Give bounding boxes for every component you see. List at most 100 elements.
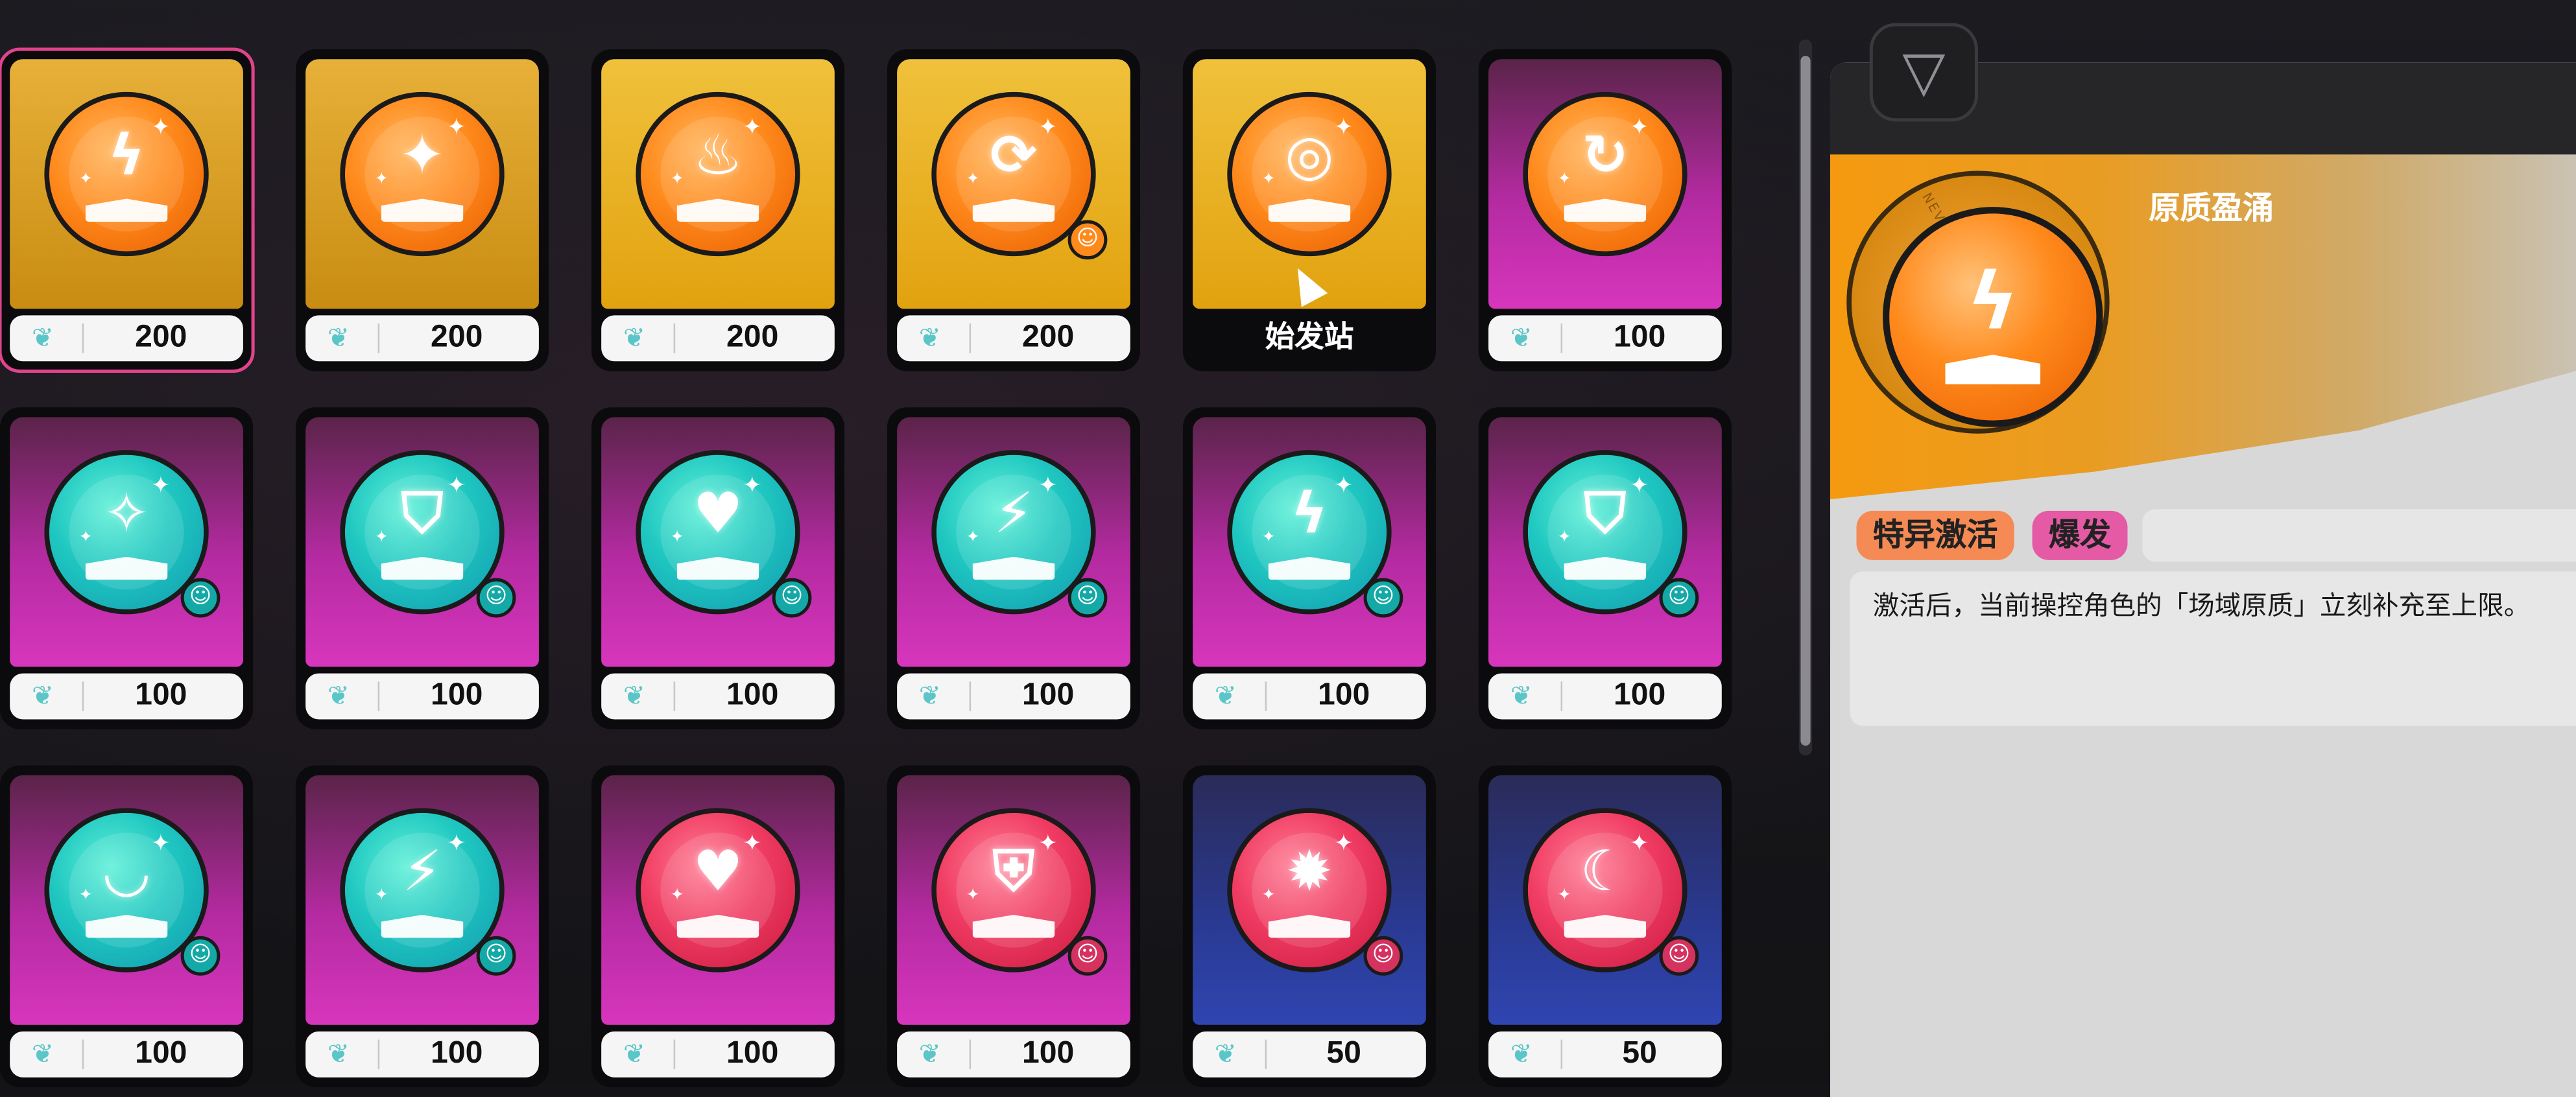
- item-description: 激活后，当前操控角色的「场域原质」立刻补充至上限。: [1872, 589, 2531, 621]
- feather-currency-icon: ❦: [1510, 679, 1532, 711]
- character-badge-icon: ☺: [1067, 578, 1108, 618]
- item-price: ❦ 200: [897, 315, 1130, 362]
- item-card[interactable]: ⟳ ✦ ✦ ☺ ❦ 200: [887, 49, 1141, 372]
- sparkle-icon: ✦: [1333, 831, 1354, 858]
- feather-currency-icon: ❦: [327, 1037, 350, 1070]
- lightning-icon: ϟ: [1966, 256, 2019, 349]
- item-icon: ✦ ✦ ✦: [340, 91, 505, 257]
- item-symbol-icon: ♥: [693, 481, 743, 547]
- item-card-art: ⛉ ✦ ✦ ☺: [305, 417, 539, 667]
- item-card-art: ✦ ✦ ✦: [305, 59, 539, 309]
- sparkle-icon: ✦: [1261, 886, 1276, 905]
- feather-currency-icon: ❦: [623, 679, 645, 711]
- item-price: ❦ 100: [1488, 673, 1722, 720]
- sparkle-icon: ✦: [151, 115, 171, 141]
- sparkle-icon: ✦: [1038, 473, 1058, 500]
- divider: [969, 1039, 972, 1070]
- item-card[interactable]: ⛨ ✦ ✦ ☺ ❦ 100: [887, 765, 1141, 1087]
- box-icon: [1945, 355, 2041, 384]
- item-card[interactable]: ◎ ✦ ✦ 始发站: [1182, 49, 1437, 372]
- feather-currency-icon: ❦: [918, 1037, 941, 1070]
- item-card[interactable]: ☾ ✦ ✦ ☺ ❦ 50: [1478, 765, 1732, 1087]
- item-symbol-icon: ◎: [1285, 123, 1334, 189]
- item-symbol-icon: ⟳: [990, 123, 1038, 189]
- price-value: 50: [1622, 1036, 1657, 1071]
- sparkle-icon: ✦: [1038, 115, 1058, 141]
- item-card[interactable]: ♥ ✦ ✦ ☺ ❦ 100: [591, 407, 845, 729]
- sparkle-icon: ✦: [966, 171, 980, 189]
- sparkle-icon: ✦: [447, 473, 466, 500]
- sparkle-icon: ✦: [1261, 528, 1276, 547]
- sparkle-icon: ✦: [1261, 171, 1276, 189]
- item-card-art: ♥ ✦ ✦ ☺: [601, 417, 835, 667]
- item-card[interactable]: ↻ ✦ ✦ ❦ 100: [1478, 49, 1732, 372]
- item-icon: ◎ ✦ ✦: [1227, 91, 1392, 257]
- sparkle-icon: ✦: [670, 528, 684, 547]
- character-badge-icon: ☺: [180, 578, 221, 618]
- item-card[interactable]: ϟ ✦ ✦ ❦ 200: [0, 47, 255, 373]
- divider: [673, 1039, 676, 1070]
- item-card[interactable]: ✦ ✦ ✦ ❦ 200: [295, 49, 549, 372]
- divider: [1265, 1039, 1267, 1070]
- tag-burst: 爆发: [2032, 510, 2128, 560]
- item-card[interactable]: ⛉ ✦ ✦ ☺ ❦ 100: [1478, 407, 1732, 729]
- character-badge-icon: ☺: [1659, 936, 1699, 976]
- price-value: 100: [431, 678, 483, 713]
- scrollbar-thumb[interactable]: [1800, 56, 1811, 746]
- scrollbar[interactable]: [1798, 39, 1813, 756]
- feather-currency-icon: ❦: [1214, 679, 1237, 711]
- price-value: 50: [1326, 1036, 1361, 1071]
- feather-currency-icon: ❦: [1510, 322, 1532, 353]
- item-card-art: ✹ ✦ ✦ ☺: [1193, 775, 1426, 1025]
- sparkle-icon: ✦: [447, 115, 466, 141]
- item-symbol-icon: ⛨: [992, 839, 1035, 905]
- item-card-art: ϟ ✦ ✦: [10, 59, 243, 309]
- sparkle-icon: ✦: [966, 886, 980, 905]
- sparkle-icon: ✦: [1629, 831, 1649, 858]
- divider: [1265, 681, 1267, 711]
- item-card[interactable]: ◡ ✦ ✦ ☺ ❦ 100: [0, 765, 254, 1087]
- price-value: 100: [726, 678, 779, 713]
- item-symbol-icon: ⚡: [994, 481, 1034, 547]
- divider: [969, 681, 972, 711]
- item-price: ❦ 100: [601, 1031, 835, 1078]
- character-badge-icon: ☺: [1659, 578, 1699, 618]
- character-badge-icon: ☺: [772, 578, 812, 618]
- sparkle-icon: ✦: [1333, 473, 1354, 500]
- divider: [82, 324, 84, 353]
- price-value: 100: [1613, 320, 1666, 355]
- sparkle-icon: ✦: [743, 115, 762, 141]
- sparkle-icon: ✦: [78, 171, 93, 189]
- item-card-art: ϟ ✦ ✦ ☺: [1193, 417, 1426, 667]
- item-icon: ϟ ✦ ✦: [44, 91, 209, 257]
- item-card[interactable]: ⚡ ✦ ✦ ☺ ❦ 100: [887, 407, 1141, 729]
- sparkle-icon: ✦: [1629, 473, 1649, 500]
- item-card[interactable]: ♥ ✦ ✦ ❦ 100: [591, 765, 845, 1087]
- item-price: ❦ 200: [10, 315, 243, 362]
- item-card[interactable]: ✹ ✦ ✦ ☺ ❦ 50: [1182, 765, 1437, 1087]
- sparkle-icon: ✦: [1557, 886, 1571, 905]
- character-badge-icon: ☺: [1363, 936, 1403, 976]
- item-price: ❦ 100: [897, 673, 1130, 720]
- item-card[interactable]: ⚡ ✦ ✦ ☺ ❦ 100: [295, 765, 549, 1087]
- feather-currency-icon: ❦: [1214, 1037, 1237, 1070]
- character-badge-icon: ☺: [476, 578, 516, 618]
- character-badge-icon: ☺: [476, 936, 516, 976]
- price-value: 200: [135, 320, 187, 355]
- tag-special-activation: 特异激活: [1856, 510, 2014, 560]
- divider: [1560, 681, 1563, 711]
- sparkle-icon: ✦: [78, 886, 93, 905]
- item-card[interactable]: ϟ ✦ ✦ ☺ ❦ 100: [1182, 407, 1437, 729]
- item-price: ❦ 100: [10, 1031, 243, 1078]
- brand-logo-icon: ▽: [1869, 23, 1978, 122]
- item-card[interactable]: ♨ ✦ ✦ ❦ 200: [591, 49, 845, 372]
- item-card[interactable]: ⛉ ✦ ✦ ☺ ❦ 100: [295, 407, 549, 729]
- item-symbol-icon: ↻: [1581, 123, 1629, 189]
- character-badge-icon: ☺: [1067, 936, 1108, 976]
- item-card[interactable]: ✧ ✦ ✦ ☺ ❦ 100: [0, 407, 254, 729]
- item-price: ❦ 200: [601, 315, 835, 362]
- divider: [377, 324, 380, 353]
- character-badge-icon: ☺: [1067, 220, 1108, 260]
- feather-currency-icon: ❦: [327, 322, 350, 353]
- sparkle-icon: ✦: [670, 886, 684, 905]
